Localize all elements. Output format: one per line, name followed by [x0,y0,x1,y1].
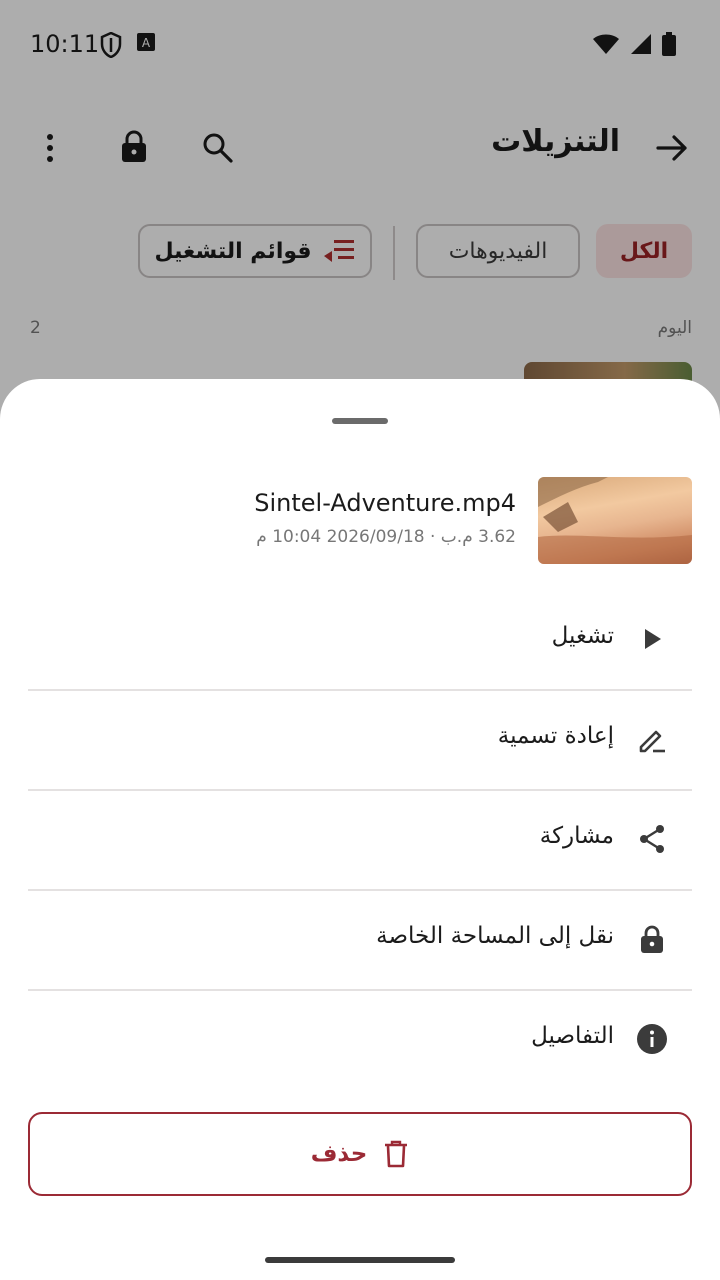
delete-label: حذف [310,1141,368,1167]
play-icon [645,629,661,649]
trash-icon [385,1140,408,1168]
menu-item-details[interactable]: التفاصيل [28,991,692,1091]
thumbnail-art [538,477,692,564]
delete-button[interactable]: حذف [28,1112,692,1196]
menu-label: إعادة تسمية [497,723,614,749]
action-menu: تشغيل إعادة تسمية مشاركة نقل إلى المساحة… [28,591,692,1091]
edit-icon [639,730,665,753]
file-name: Sintel-Adventure.mp4 [254,489,516,517]
share-icon [640,825,664,853]
file-meta: 3.62 م.ب · 2026/09/18 10:04 م [256,527,516,547]
menu-item-move-private[interactable]: نقل إلى المساحة الخاصة [28,891,692,991]
lock-icon [641,925,663,953]
file-info: Sintel-Adventure.mp4 3.62 م.ب · 2026/09/… [0,477,720,567]
menu-label: نقل إلى المساحة الخاصة [376,923,614,949]
bottom-sheet: Sintel-Adventure.mp4 3.62 م.ب · 2026/09/… [0,379,720,1280]
gesture-nav-bar[interactable] [265,1257,455,1263]
menu-item-share[interactable]: مشاركة [28,791,692,891]
menu-label: تشغيل [551,623,614,649]
file-thumbnail [538,477,692,564]
menu-label: التفاصيل [531,1023,614,1049]
menu-item-rename[interactable]: إعادة تسمية [28,691,692,791]
menu-item-play[interactable]: تشغيل [28,591,692,691]
drag-handle[interactable] [332,418,388,424]
info-icon [637,1024,667,1054]
menu-label: مشاركة [539,823,614,849]
